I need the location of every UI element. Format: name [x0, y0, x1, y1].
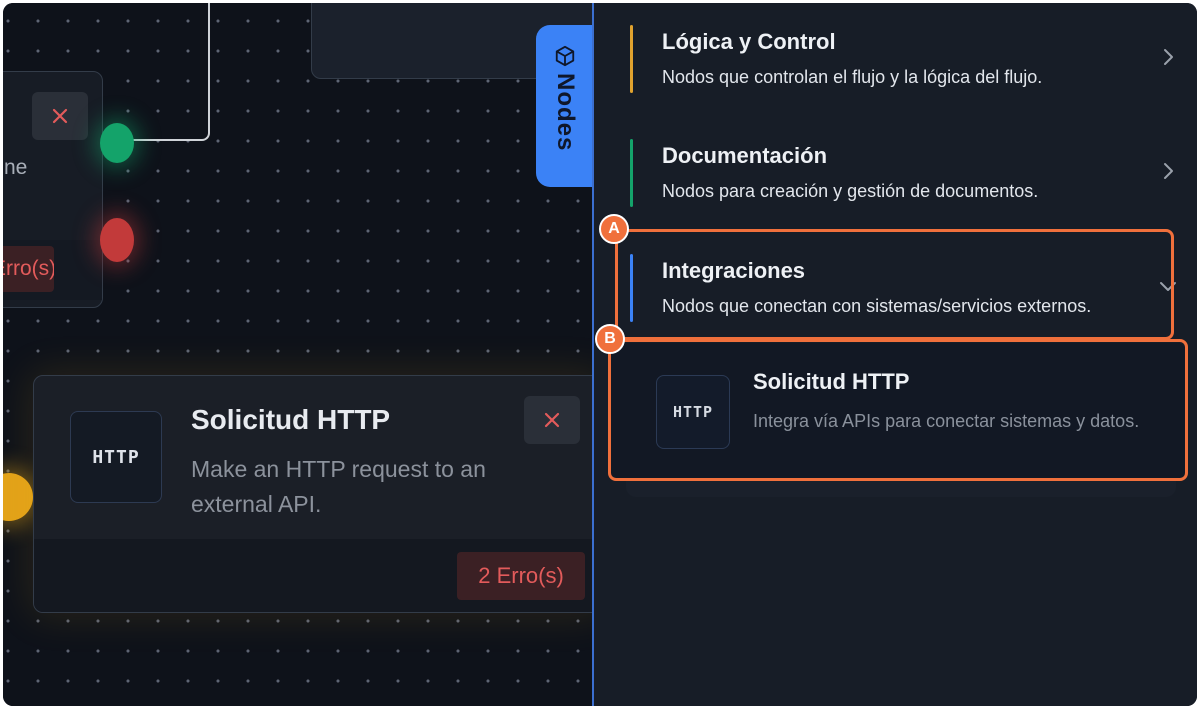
nodes-panel: Lógica y Control Nodos que controlan el … — [592, 3, 1197, 706]
node-description: Make an HTTP request to an external API. — [191, 456, 486, 517]
cube-icon — [555, 45, 575, 67]
success-port[interactable] — [100, 123, 134, 163]
annotation-badge-a: A — [599, 214, 629, 244]
input-port[interactable] — [3, 473, 33, 521]
connection-edge[interactable] — [128, 3, 210, 141]
error-badge[interactable]: Erro(s) — [3, 246, 54, 292]
chevron-right-icon[interactable] — [1158, 47, 1178, 67]
category-accent-bar — [630, 139, 633, 207]
nodes-tab-label: Nodes — [552, 73, 579, 152]
category-accent-bar — [630, 25, 633, 93]
category-name: Lógica y Control — [662, 29, 836, 54]
node-card-left[interactable]: ne Erro(s) — [3, 71, 103, 308]
flow-canvas[interactable]: ne Erro(s) HTTP Solicitud HTTP Make an H… — [3, 3, 592, 706]
app-frame: ne Erro(s) HTTP Solicitud HTTP Make an H… — [3, 3, 1197, 706]
remove-node-button[interactable] — [524, 396, 580, 444]
http-icon: HTTP — [70, 411, 162, 503]
node-title: Solicitud HTTP — [191, 404, 391, 435]
node-description: ne — [4, 156, 28, 179]
error-port[interactable] — [100, 218, 134, 262]
close-icon — [52, 108, 68, 124]
error-badge[interactable]: 2 Erro(s) — [457, 552, 585, 600]
chevron-right-icon[interactable] — [1158, 161, 1178, 181]
category-logic-control[interactable]: Lógica y Control Nodos que controlan el … — [630, 25, 1173, 99]
category-documentation[interactable]: Documentación Nodos para creación y gest… — [630, 139, 1173, 213]
http-request-node[interactable]: HTTP Solicitud HTTP Make an HTTP request… — [33, 375, 592, 613]
annotation-box-a — [615, 229, 1174, 340]
category-description: Nodos que controlan el flujo y la lógica… — [662, 67, 1043, 87]
close-icon — [544, 412, 560, 428]
remove-node-button[interactable] — [32, 92, 88, 140]
category-description: Nodos para creación y gestión de documen… — [662, 181, 1039, 201]
annotation-badge-b: B — [595, 324, 625, 354]
annotation-box-b — [608, 339, 1188, 481]
nodes-panel-toggle[interactable]: Nodes — [536, 25, 592, 187]
category-name: Documentación — [662, 143, 828, 168]
